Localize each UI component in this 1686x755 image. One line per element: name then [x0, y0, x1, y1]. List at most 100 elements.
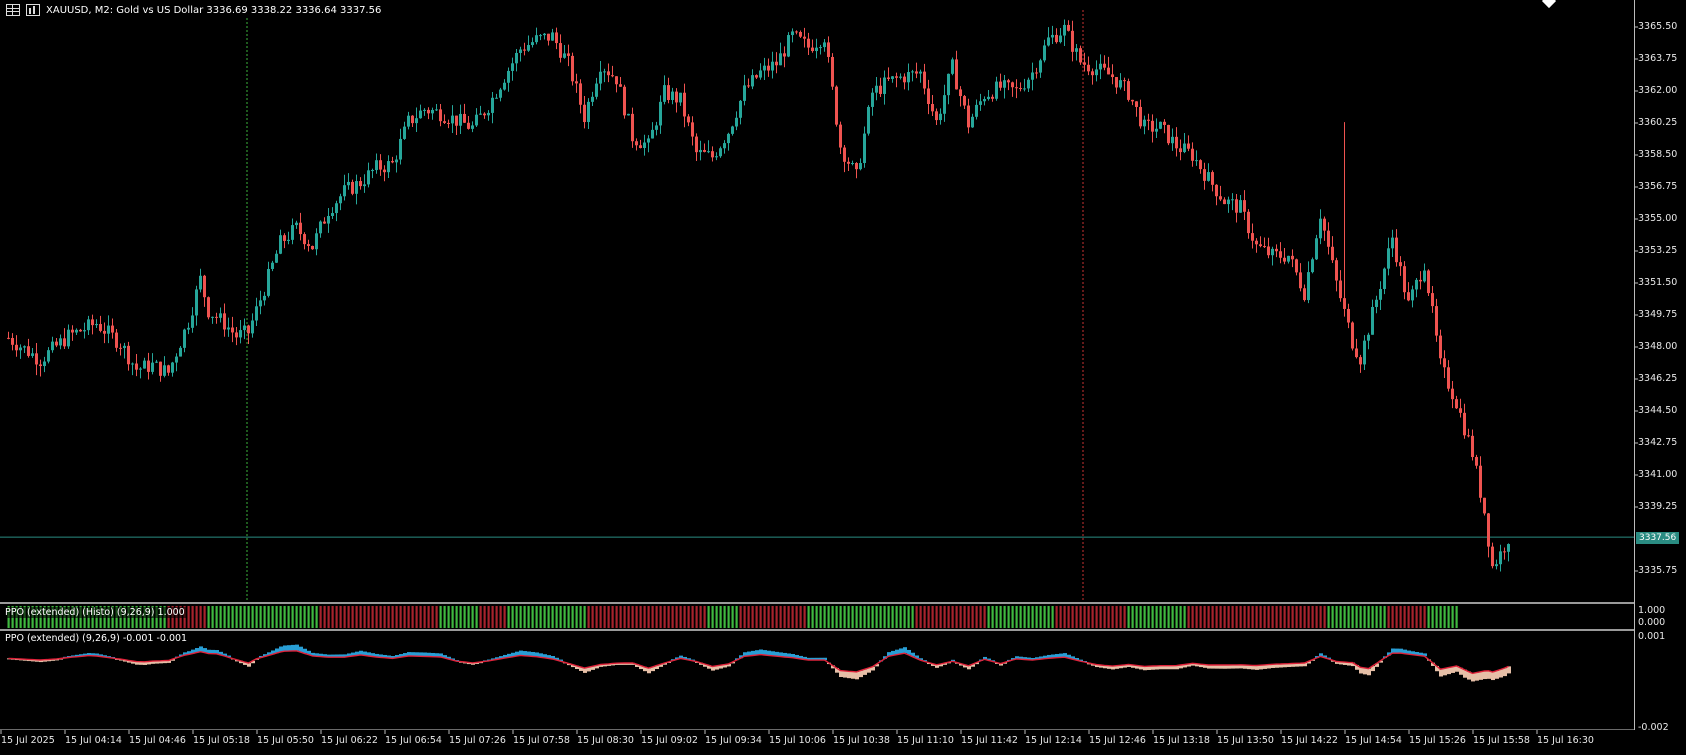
candle-body — [735, 117, 738, 127]
candle-body — [275, 253, 278, 263]
histo-bar — [1175, 606, 1178, 628]
candle-body — [979, 101, 982, 105]
histo-bar — [1043, 606, 1046, 628]
candle-body — [503, 82, 506, 90]
candle-body — [847, 161, 850, 164]
ppo-band — [291, 644, 295, 651]
candle-body — [931, 103, 934, 112]
candle-body — [1339, 280, 1342, 299]
histo-bar — [723, 606, 726, 628]
histo-bar — [299, 606, 302, 628]
ppo-band — [1495, 670, 1499, 679]
histo-bar — [483, 606, 486, 628]
ppo-band — [847, 671, 851, 679]
candle-body — [455, 115, 458, 126]
histo-bar — [639, 606, 642, 628]
histo-bar — [487, 606, 490, 628]
histo-bar — [759, 606, 762, 628]
candle-body — [135, 363, 138, 370]
candle-body — [223, 313, 226, 330]
candle-body — [395, 159, 398, 163]
candle-body — [807, 38, 810, 48]
histo-bar — [743, 606, 746, 628]
histo-bar — [1359, 606, 1362, 628]
time-tick-label: 15 Jul 09:02 — [641, 735, 698, 746]
candle-body — [835, 86, 838, 125]
histo-bar — [1075, 606, 1078, 628]
candle-body — [295, 222, 298, 226]
candle-body — [951, 59, 954, 74]
candle-body — [1399, 262, 1402, 267]
histo-bar — [655, 606, 658, 628]
candle-body — [923, 71, 926, 89]
candle-body — [1503, 551, 1506, 553]
histo-bar — [495, 606, 498, 628]
histo-bar — [827, 606, 830, 628]
candle-body — [1123, 80, 1126, 82]
candle-body — [1011, 82, 1014, 88]
candle-body — [743, 85, 746, 101]
histo-bar — [1335, 606, 1338, 628]
histo-bar — [691, 606, 694, 628]
candle-body — [219, 313, 222, 318]
candle-body — [7, 337, 10, 339]
main-chart-svg[interactable] — [0, 0, 1686, 755]
histo-bar — [863, 606, 866, 628]
ppo-band — [1475, 672, 1479, 681]
histo-bar — [1299, 606, 1302, 628]
candle-body — [427, 109, 430, 114]
panel-separator-ppo[interactable] — [0, 629, 1634, 631]
candle-body — [751, 75, 754, 87]
histo-bar — [1119, 606, 1122, 628]
histo-bar — [795, 606, 798, 628]
candle-body — [491, 97, 494, 113]
histo-bar — [1395, 606, 1398, 628]
candle-body — [1103, 63, 1106, 68]
histo-bar — [1195, 606, 1198, 628]
candle-body — [1171, 136, 1174, 144]
histo-bar — [539, 606, 542, 628]
candle-body — [927, 88, 930, 104]
candle-body — [963, 96, 966, 106]
candle-body — [1267, 246, 1270, 256]
chart-bars-icon[interactable] — [26, 4, 40, 16]
candle-body — [1175, 136, 1178, 149]
table-icon[interactable] — [6, 4, 20, 16]
histo-bar — [887, 606, 890, 628]
histo-bar — [883, 606, 886, 628]
histo-bar — [323, 606, 326, 628]
candle-body — [1027, 79, 1030, 89]
histo-bar — [435, 606, 438, 628]
candle-body — [291, 225, 294, 240]
histo-bar — [1343, 606, 1346, 628]
candle-body — [379, 160, 382, 170]
candle-body — [195, 289, 198, 316]
histo-bar — [899, 606, 902, 628]
histo-bar — [1315, 606, 1318, 628]
candle-body — [947, 73, 950, 96]
histo-bar — [1347, 606, 1350, 628]
histo-bar — [1235, 606, 1238, 628]
histo-bar — [903, 606, 906, 628]
candle-body — [955, 59, 958, 90]
candle-body — [803, 36, 806, 39]
histo-bar — [1147, 606, 1150, 628]
chart-window[interactable]: XAUUSD, M2: Gold vs US Dollar 3336.69 33… — [0, 0, 1686, 755]
candle-body — [631, 113, 634, 142]
histo-bar — [1055, 606, 1058, 628]
candle-body — [1007, 80, 1010, 83]
candle-body — [1455, 399, 1458, 409]
candle-body — [799, 31, 802, 37]
candle-body — [467, 122, 470, 129]
panel-separator-histo[interactable] — [0, 602, 1634, 604]
ppo-band — [1491, 672, 1495, 681]
histo-bar — [1323, 606, 1326, 628]
candle-body — [1247, 211, 1250, 234]
candle-body — [579, 83, 582, 105]
candle-body — [1411, 289, 1414, 301]
candle-body — [615, 76, 618, 85]
ppo-band — [1255, 665, 1259, 670]
time-tick-label: 15 Jul 10:38 — [833, 735, 890, 746]
ppo-band — [287, 645, 291, 652]
histo-bar — [771, 606, 774, 628]
